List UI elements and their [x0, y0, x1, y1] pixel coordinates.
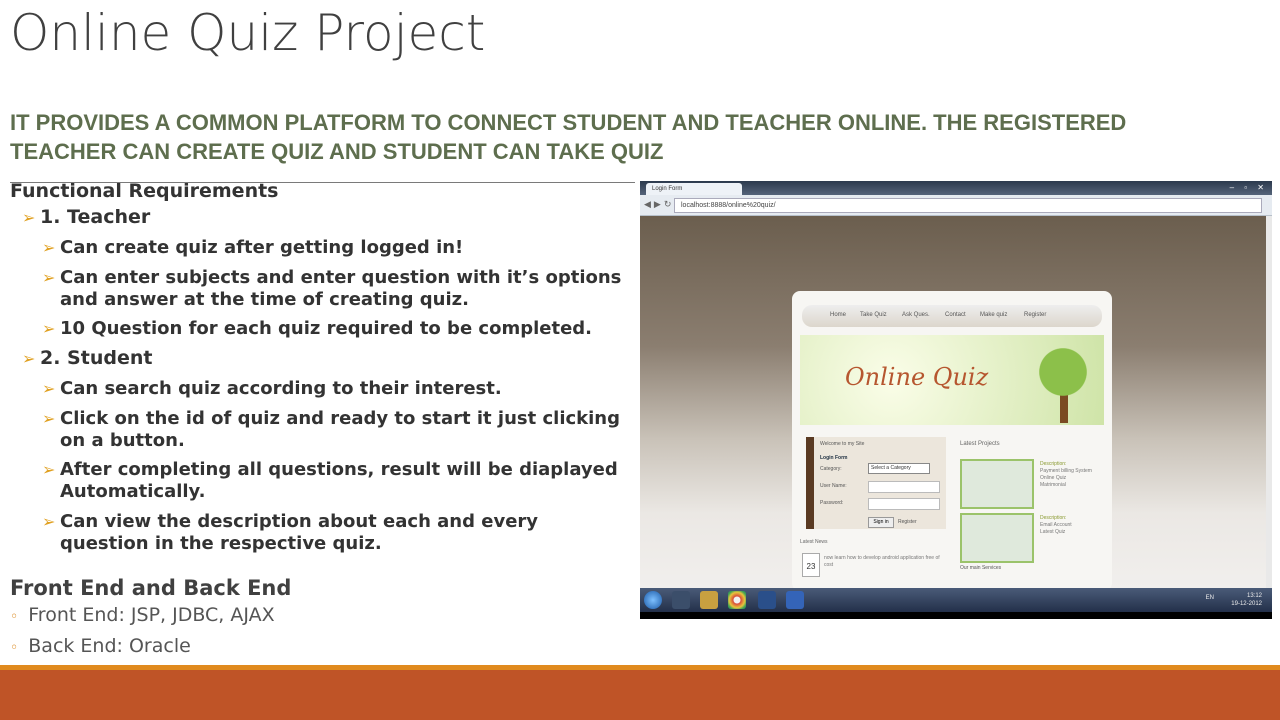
browser-titlebar: Login Form – ▫ ✕: [640, 181, 1272, 195]
arrow-bullet-icon: ➢: [42, 409, 56, 428]
backend-item: ◦ Back End: Oracle: [10, 635, 191, 657]
nav-arrows-icon: ◀▶↻: [644, 199, 675, 209]
student-label: 2. Student: [40, 347, 153, 369]
panel-bar: [806, 437, 814, 529]
project-thumb-1: [960, 459, 1034, 509]
arrow-bullet-icon: ➢: [42, 379, 56, 398]
login-form-label: Login Form: [820, 455, 848, 461]
circle-bullet-icon: ◦: [10, 609, 19, 625]
req-text: Can search quiz according to their inter…: [60, 378, 502, 399]
circle-bullet-icon: ◦: [10, 640, 19, 656]
desc-label: Description:: [1040, 515, 1067, 521]
desc-line: Online Quiz: [1040, 475, 1067, 481]
login-panel: Welcome to my Site Login Form Category: …: [806, 437, 946, 529]
browser-tab: Login Form: [646, 183, 742, 195]
arrow-bullet-icon: ➢: [42, 512, 56, 531]
register-link: Register: [898, 519, 917, 525]
project-thumb-2: [960, 513, 1034, 563]
desc-line: Payment billing System: [1040, 468, 1092, 474]
arrow-bullet-icon: ➢: [22, 208, 36, 227]
menu-take-quiz: Take Quiz: [860, 312, 887, 318]
browser-page: Home Take Quiz Ask Ques. Contact Make qu…: [640, 216, 1266, 591]
slide-subtitle: IT PROVIDES A COMMON PLATFORM TO CONNECT…: [10, 110, 1127, 164]
window-controls-icon: – ▫ ✕: [1229, 183, 1268, 192]
signin-button: Sign in: [868, 517, 894, 528]
teacher-req-3: ➢ 10 Question for each quiz required to b…: [42, 318, 627, 340]
latest-news-heading: Latest News: [800, 539, 828, 545]
clock-date: 19-12-2012: [1231, 601, 1262, 607]
req-text: Can enter subjects and enter question wi…: [60, 267, 622, 310]
frontend-text: Front End: JSP, JDBC, AJAX: [28, 604, 275, 626]
page-scrollbar: [1266, 216, 1272, 588]
footer-bar: [0, 670, 1280, 720]
address-bar: ◀▶↻ localhost:8888/online%20quiz/: [640, 195, 1272, 216]
news-text: now learn how to develop android applica…: [824, 555, 940, 568]
windows-taskbar: EN 13:12 19-12-2012: [640, 588, 1272, 612]
chrome-icon: [728, 591, 746, 609]
welcome-text: Welcome to my Site: [820, 441, 865, 447]
folder-icon: [700, 591, 718, 609]
req-text: Click on the id of quiz and ready to sta…: [60, 408, 621, 451]
language-indicator: EN: [1205, 595, 1214, 601]
app-screenshot: Login Form – ▫ ✕ ◀▶↻ localhost:8888/onli…: [640, 181, 1272, 619]
media-icon: [672, 591, 690, 609]
menu-make-quiz: Make quiz: [980, 312, 1008, 318]
student-req-3: ➢ After completing all questions, result …: [42, 459, 627, 503]
req-text: Can create quiz after getting logged in!: [60, 237, 464, 258]
req-text: Can view the description about each and …: [60, 511, 539, 554]
student-req-4: ➢ Can view the description about each and…: [42, 511, 627, 555]
arrow-bullet-icon: ➢: [42, 238, 56, 257]
project-desc-2: Description: Email Account Latest Quiz: [1040, 515, 1072, 536]
quiz-site: Home Take Quiz Ask Ques. Contact Make qu…: [792, 291, 1112, 591]
arrow-bullet-icon: ➢: [42, 268, 56, 287]
menu-home: Home: [830, 312, 847, 318]
clock-time: 13:12: [1246, 593, 1262, 599]
password-label: Password:: [820, 500, 844, 506]
site-logo: Online Quiz: [845, 363, 989, 391]
username-field: [868, 481, 940, 493]
url-field: localhost:8888/online%20quiz/: [674, 198, 1262, 213]
tree-icon: [1032, 343, 1094, 401]
services-heading: Our main Services: [960, 565, 1002, 571]
teacher-label: 1. Teacher: [40, 206, 151, 228]
calendar-icon: 23: [802, 553, 820, 577]
backend-text: Back End: Oracle: [28, 635, 191, 657]
student-req-2: ➢ Click on the id of quiz and ready to st…: [42, 408, 627, 452]
teacher-req-2: ➢ Can enter subjects and enter question w…: [42, 267, 627, 311]
password-field: [868, 498, 940, 510]
arrow-bullet-icon: ➢: [42, 319, 56, 338]
student-item: ➢ 2. Student: [22, 347, 152, 369]
desc-line: Email Account: [1040, 522, 1072, 528]
arrow-bullet-icon: ➢: [22, 349, 36, 368]
req-text: After completing all questions, result w…: [60, 459, 618, 502]
frontend-item: ◦ Front End: JSP, JDBC, AJAX: [10, 604, 275, 626]
slide-title: Online Quiz Project: [10, 4, 486, 62]
system-clock: 13:12 19-12-2012: [1231, 592, 1262, 608]
start-icon: [644, 591, 662, 609]
teacher-item: ➢ 1. Teacher: [22, 206, 150, 228]
frontback-heading: Front End and Back End: [10, 576, 292, 600]
latest-projects-heading: Latest Projects: [960, 441, 1000, 447]
desc-label: Description:: [1040, 461, 1067, 467]
menu-contact: Contact: [945, 312, 966, 318]
word-icon: [786, 591, 804, 609]
app-icon: [758, 591, 776, 609]
teacher-req-1: ➢ Can create quiz after getting logged in…: [42, 237, 627, 259]
req-text: 10 Question for each quiz required to be…: [60, 318, 593, 339]
desc-line: Latest Quiz: [1040, 529, 1066, 535]
student-req-1: ➢ Can search quiz according to their inte…: [42, 378, 627, 400]
project-desc-1: Description: Payment billing System Onli…: [1040, 461, 1092, 489]
site-menu: Home Take Quiz Ask Ques. Contact Make qu…: [802, 305, 1102, 327]
site-banner: Online Quiz: [800, 335, 1104, 425]
desc-line: Matrimonial: [1040, 482, 1066, 488]
menu-ask-ques: Ask Ques.: [902, 312, 930, 318]
menu-register: Register: [1024, 312, 1047, 318]
username-label: User Name:: [820, 483, 847, 489]
arrow-bullet-icon: ➢: [42, 460, 56, 479]
category-label: Category:: [820, 466, 842, 472]
category-select: Select a Category: [868, 463, 930, 474]
screen-bottom-bar: [640, 612, 1272, 619]
functional-heading: Functional Requirements: [10, 180, 279, 202]
